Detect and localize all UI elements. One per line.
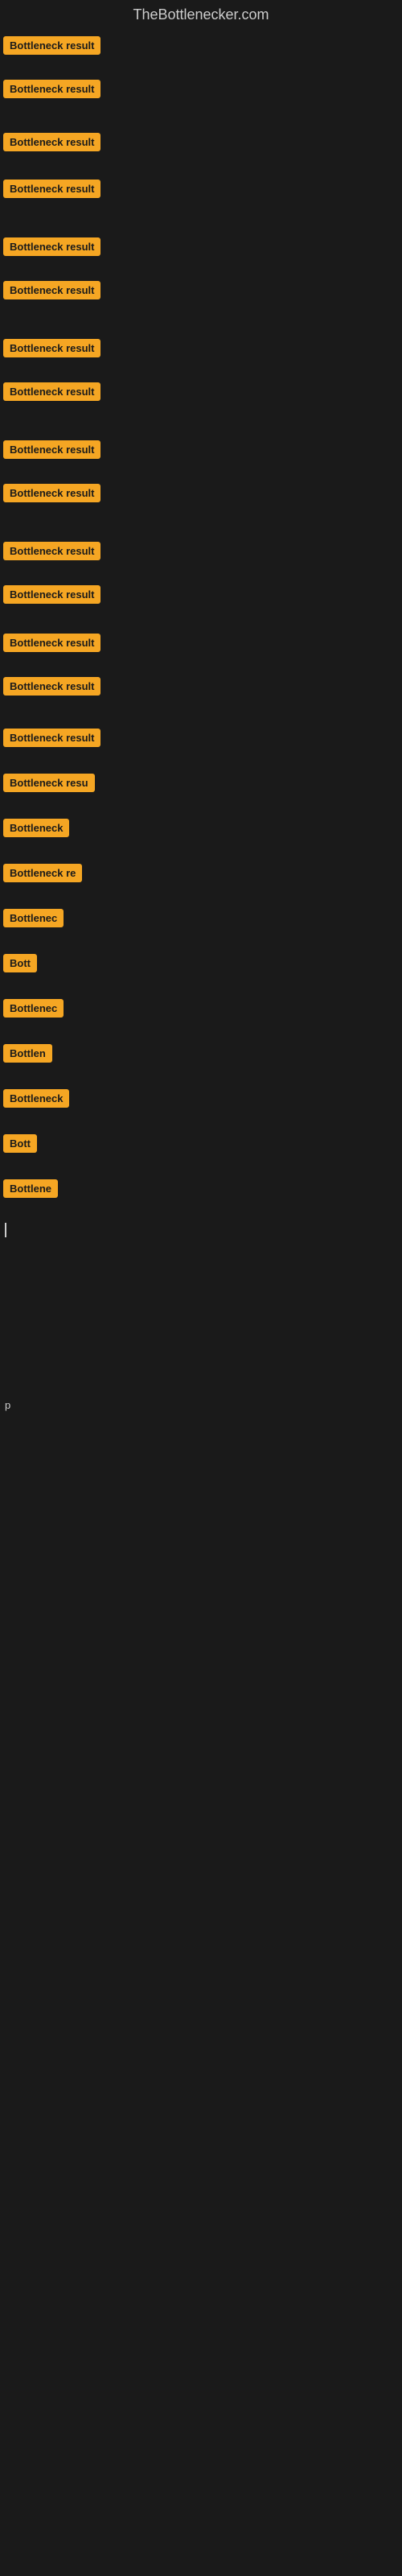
list-item: Bottleneck result [3, 674, 402, 703]
bottleneck-badge[interactable]: Bottleneck result [3, 440, 100, 459]
list-item: Bottleneck result [3, 630, 402, 659]
list-item: Bott [3, 1131, 402, 1160]
list-item: Bottleneck result [3, 437, 402, 466]
bottleneck-badge[interactable]: Bottleneck result [3, 484, 100, 502]
bottleneck-badge[interactable]: Bottleneck [3, 1089, 69, 1108]
cursor-area [3, 1223, 402, 1237]
bottleneck-badge[interactable]: Bott [3, 954, 37, 972]
small-char-area: p [3, 1398, 402, 1413]
bottleneck-badge[interactable]: Bottleneck result [3, 80, 100, 98]
page-wrapper: TheBottlenecker.com Bottleneck result Bo… [0, 0, 402, 1735]
bottleneck-badge[interactable]: Bottlenec [3, 909, 64, 927]
bottleneck-badge[interactable]: Bottleneck result [3, 382, 100, 401]
bottleneck-badge[interactable]: Bottleneck result [3, 585, 100, 604]
bottleneck-badge[interactable]: Bottlen [3, 1044, 52, 1063]
bottleneck-badge[interactable]: Bottlene [3, 1179, 58, 1198]
list-item: Bott [3, 951, 402, 980]
bottleneck-badge[interactable]: Bottleneck result [3, 36, 100, 55]
bottleneck-badge[interactable]: Bottleneck result [3, 729, 100, 747]
bottleneck-badge[interactable]: Bott [3, 1134, 37, 1153]
list-item: Bottleneck result [3, 336, 402, 365]
empty-space [3, 1237, 402, 1398]
list-item: Bottleneck [3, 815, 402, 844]
list-item: Bottleneck resu [3, 770, 402, 799]
bottleneck-badge[interactable]: Bottlenec [3, 999, 64, 1018]
list-item: Bottlenec [3, 906, 402, 935]
list-item: Bottleneck result [3, 176, 402, 205]
bottleneck-badge[interactable]: Bottleneck re [3, 864, 82, 882]
list-item: Bottleneck result [3, 234, 402, 263]
list-item: Bottleneck result [3, 379, 402, 408]
list-item: Bottleneck result [3, 33, 402, 62]
bottleneck-badge[interactable]: Bottleneck resu [3, 774, 95, 792]
bottleneck-badge[interactable]: Bottleneck result [3, 634, 100, 652]
list-item: Bottleneck result [3, 130, 402, 159]
list-item: Bottlenec [3, 996, 402, 1025]
list-item: Bottleneck re [3, 861, 402, 890]
list-item: Bottleneck result [3, 481, 402, 510]
bottleneck-badge[interactable]: Bottleneck result [3, 281, 100, 299]
list-item: Bottleneck result [3, 278, 402, 307]
list-item: Bottlen [3, 1041, 402, 1070]
bottleneck-badge[interactable]: Bottleneck result [3, 133, 100, 151]
list-item: Bottleneck result [3, 539, 402, 568]
bottleneck-badge[interactable]: Bottleneck [3, 819, 69, 837]
site-title: TheBottlenecker.com [0, 0, 402, 33]
list-item: Bottlene [3, 1176, 402, 1205]
bottleneck-badge[interactable]: Bottleneck result [3, 542, 100, 560]
list-item: Bottleneck result [3, 76, 402, 105]
bottleneck-badge[interactable]: Bottleneck result [3, 180, 100, 198]
list-item: Bottleneck result [3, 582, 402, 611]
bottleneck-badge[interactable]: Bottleneck result [3, 339, 100, 357]
small-char: p [5, 1399, 10, 1411]
text-cursor [5, 1223, 6, 1237]
empty-space-2 [3, 1413, 402, 1735]
bottleneck-badge[interactable]: Bottleneck result [3, 237, 100, 256]
bottleneck-badge[interactable]: Bottleneck result [3, 677, 100, 696]
list-item: Bottleneck [3, 1086, 402, 1115]
list-item: Bottleneck result [3, 725, 402, 754]
bottleneck-list: Bottleneck result Bottleneck result Bott… [0, 33, 402, 1735]
